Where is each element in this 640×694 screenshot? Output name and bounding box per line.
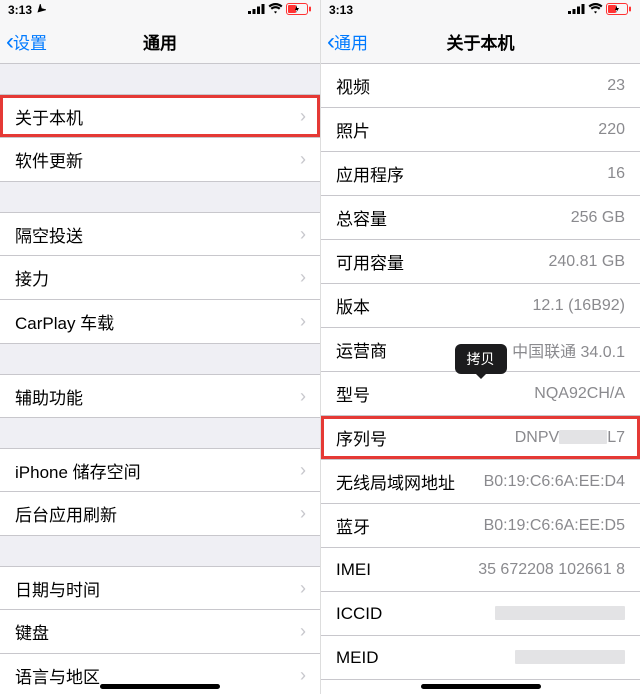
iccid-value [495,605,625,623]
status-time: 3:13 [8,3,32,17]
chevron-right-icon: › [300,311,306,332]
home-indicator[interactable] [100,684,220,689]
status-time: 3:13 [329,3,353,17]
status-bar: 3:13 [0,0,320,20]
row-serial[interactable]: 序列号 DNPVL7 [321,416,640,460]
chevron-right-icon: › [300,106,306,127]
chevron-right-icon: › [300,621,306,642]
row-model[interactable]: 拷贝 型号 NQA92CH/A [321,372,640,416]
serial-value: DNPVL7 [515,429,625,447]
wifi-icon [588,3,603,17]
chevron-right-icon: › [300,224,306,245]
nav-bar: ‹ 通用 关于本机 [321,20,640,64]
row-imei[interactable]: IMEI 35 672208 102661 8 [321,548,640,592]
chevron-right-icon: › [300,503,306,524]
row-capacity[interactable]: 总容量 256 GB [321,196,640,240]
chevron-right-icon: › [300,386,306,407]
battery-icon [286,3,312,18]
row-about[interactable]: 关于本机 › [0,94,320,138]
signal-icon [248,3,265,17]
row-background-refresh[interactable]: 后台应用刷新 › [0,492,320,536]
meid-value [515,649,625,667]
row-software-update[interactable]: 软件更新 › [0,138,320,182]
wifi-icon [268,3,283,17]
row-version[interactable]: 版本 12.1 (16B92) [321,284,640,328]
battery-icon [606,3,632,18]
home-indicator[interactable] [421,684,541,689]
chevron-right-icon: › [300,267,306,288]
row-handoff[interactable]: 接力 › [0,256,320,300]
back-button-general[interactable]: ‹ 通用 [327,29,368,54]
back-label: 设置 [13,29,47,54]
settings-list: 关于本机 › 软件更新 › 隔空投送 › 接力 › CarPlay 车载 › 辅… [0,64,320,694]
nav-bar: ‹ 设置 通用 [0,20,320,64]
row-bluetooth[interactable]: 蓝牙 B0:19:C6:6A:EE:D5 [321,504,640,548]
chevron-right-icon: › [300,578,306,599]
page-title: 关于本机 [447,29,515,54]
copy-tooltip[interactable]: 拷贝 [455,344,507,374]
signal-icon [568,3,585,17]
row-meid[interactable]: MEID [321,636,640,680]
row-carplay[interactable]: CarPlay 车载 › [0,300,320,344]
page-title: 通用 [143,29,177,54]
status-bar: 3:13 [321,0,640,20]
row-accessibility[interactable]: 辅助功能 › [0,374,320,418]
row-airdrop[interactable]: 隔空投送 › [0,212,320,256]
location-icon [36,3,46,17]
row-date-time[interactable]: 日期与时间 › [0,566,320,610]
row-videos[interactable]: 视频 23 [321,64,640,108]
chevron-right-icon: › [300,149,306,170]
row-photos[interactable]: 照片 220 [321,108,640,152]
row-keyboard[interactable]: 键盘 › [0,610,320,654]
row-iccid[interactable]: ICCID [321,592,640,636]
back-label: 通用 [334,29,368,54]
row-iphone-storage[interactable]: iPhone 储存空间 › [0,448,320,492]
chevron-right-icon: › [300,460,306,481]
chevron-right-icon: › [300,665,306,686]
back-button-settings[interactable]: ‹ 设置 [6,29,47,54]
row-apps[interactable]: 应用程序 16 [321,152,640,196]
row-wifi-address[interactable]: 无线局域网地址 B0:19:C6:6A:EE:D4 [321,460,640,504]
right-pane-about: 3:13 ‹ 通用 关于本机 视频 23 照片 220 [320,0,640,694]
about-list: 视频 23 照片 220 应用程序 16 总容量 256 GB 可用容量 240… [321,64,640,694]
left-pane-general: 3:13 ‹ 设置 通用 关于本机 › [0,0,320,694]
row-available[interactable]: 可用容量 240.81 GB [321,240,640,284]
